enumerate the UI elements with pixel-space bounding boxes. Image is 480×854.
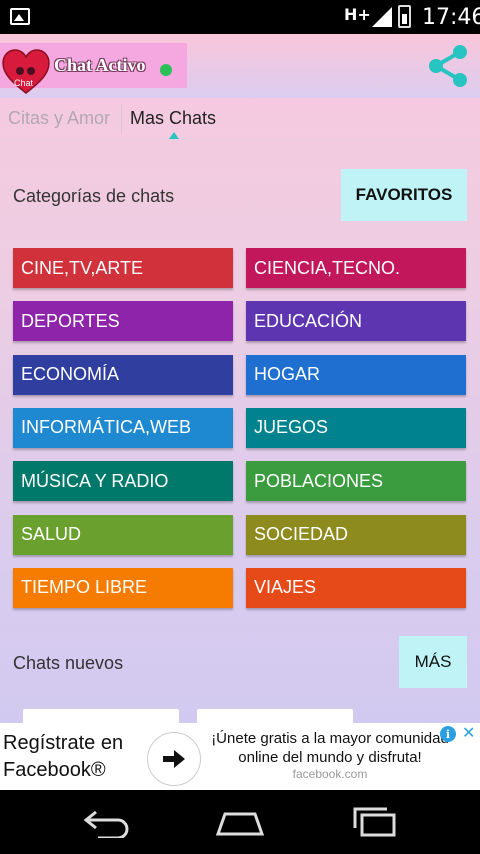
category-button[interactable]: CIENCIA,TECNO. bbox=[246, 248, 466, 288]
recent-apps-icon[interactable] bbox=[350, 806, 400, 838]
tab-citas-y-amor[interactable]: Citas y Amor bbox=[8, 108, 110, 129]
image-notification-icon bbox=[10, 8, 30, 25]
ad-headline: ¡Únete gratis a la mayor comunidad onlin… bbox=[211, 730, 449, 766]
category-button[interactable]: DEPORTES bbox=[13, 301, 233, 342]
app-title: Chat Activo bbox=[54, 55, 146, 75]
category-button[interactable]: POBLACIONES bbox=[246, 461, 466, 502]
ad-banner[interactable]: Regístrate en Facebook® ¡Únete gratis a … bbox=[0, 723, 480, 790]
app-screen: Chat Chat Activo Citas y Amor Mas Chats … bbox=[0, 34, 480, 790]
category-button[interactable]: TIEMPO LIBRE bbox=[13, 567, 233, 608]
status-bar: H+ 17:46 bbox=[0, 0, 480, 34]
battery-icon bbox=[398, 5, 411, 28]
category-button[interactable]: SALUD bbox=[13, 514, 233, 555]
tab-bar: Citas y Amor Mas Chats bbox=[0, 98, 480, 140]
back-icon[interactable] bbox=[82, 806, 132, 838]
signal-icon bbox=[372, 7, 392, 27]
category-button[interactable]: MÚSICA Y RADIO bbox=[13, 461, 233, 502]
ad-domain: facebook.com bbox=[292, 767, 368, 781]
app-toolbar: Chat Chat Activo bbox=[0, 34, 480, 98]
category-button[interactable]: ECONOMÍA bbox=[13, 354, 233, 395]
more-button[interactable]: MÁS bbox=[399, 636, 467, 688]
tab-divider bbox=[121, 104, 122, 134]
clock: 17:46 bbox=[422, 5, 480, 30]
ad-left-panel: Regístrate en Facebook® bbox=[0, 723, 238, 790]
tab-mas-chats[interactable]: Mas Chats bbox=[130, 108, 216, 129]
online-status-dot bbox=[160, 64, 172, 76]
category-button[interactable]: INFORMÁTICA,WEB bbox=[13, 407, 233, 448]
home-icon[interactable] bbox=[215, 806, 265, 838]
network-type: H+ bbox=[344, 5, 371, 24]
favorites-button[interactable]: FAVORITOS bbox=[341, 169, 467, 221]
heart-logo-icon: Chat bbox=[2, 49, 50, 94]
categories-title: Categorías de chats bbox=[13, 186, 175, 206]
app-brand[interactable]: Chat Chat Activo bbox=[0, 43, 187, 94]
category-button[interactable]: EDUCACIÓN bbox=[246, 301, 466, 342]
new-chats-title: Chats nuevos bbox=[13, 653, 124, 673]
ad-close-icon[interactable]: ✕ bbox=[462, 723, 475, 743]
tab-selected-indicator bbox=[169, 132, 179, 139]
logo-text: Chat bbox=[14, 78, 34, 88]
arrow-right-icon bbox=[163, 750, 185, 768]
share-icon[interactable] bbox=[424, 42, 472, 90]
category-button[interactable]: CINE,TV,ARTE bbox=[13, 248, 233, 288]
ad-arrow-button[interactable] bbox=[147, 732, 201, 786]
ad-left-text: Regístrate en Facebook® bbox=[3, 732, 124, 781]
system-nav-bar bbox=[0, 790, 480, 854]
category-button[interactable]: SOCIEDAD bbox=[246, 514, 466, 555]
category-button[interactable]: JUEGOS bbox=[246, 407, 466, 448]
ad-info-icon[interactable]: i bbox=[440, 726, 456, 742]
category-button[interactable]: HOGAR bbox=[246, 354, 466, 395]
category-button[interactable]: VIAJES bbox=[246, 567, 466, 608]
